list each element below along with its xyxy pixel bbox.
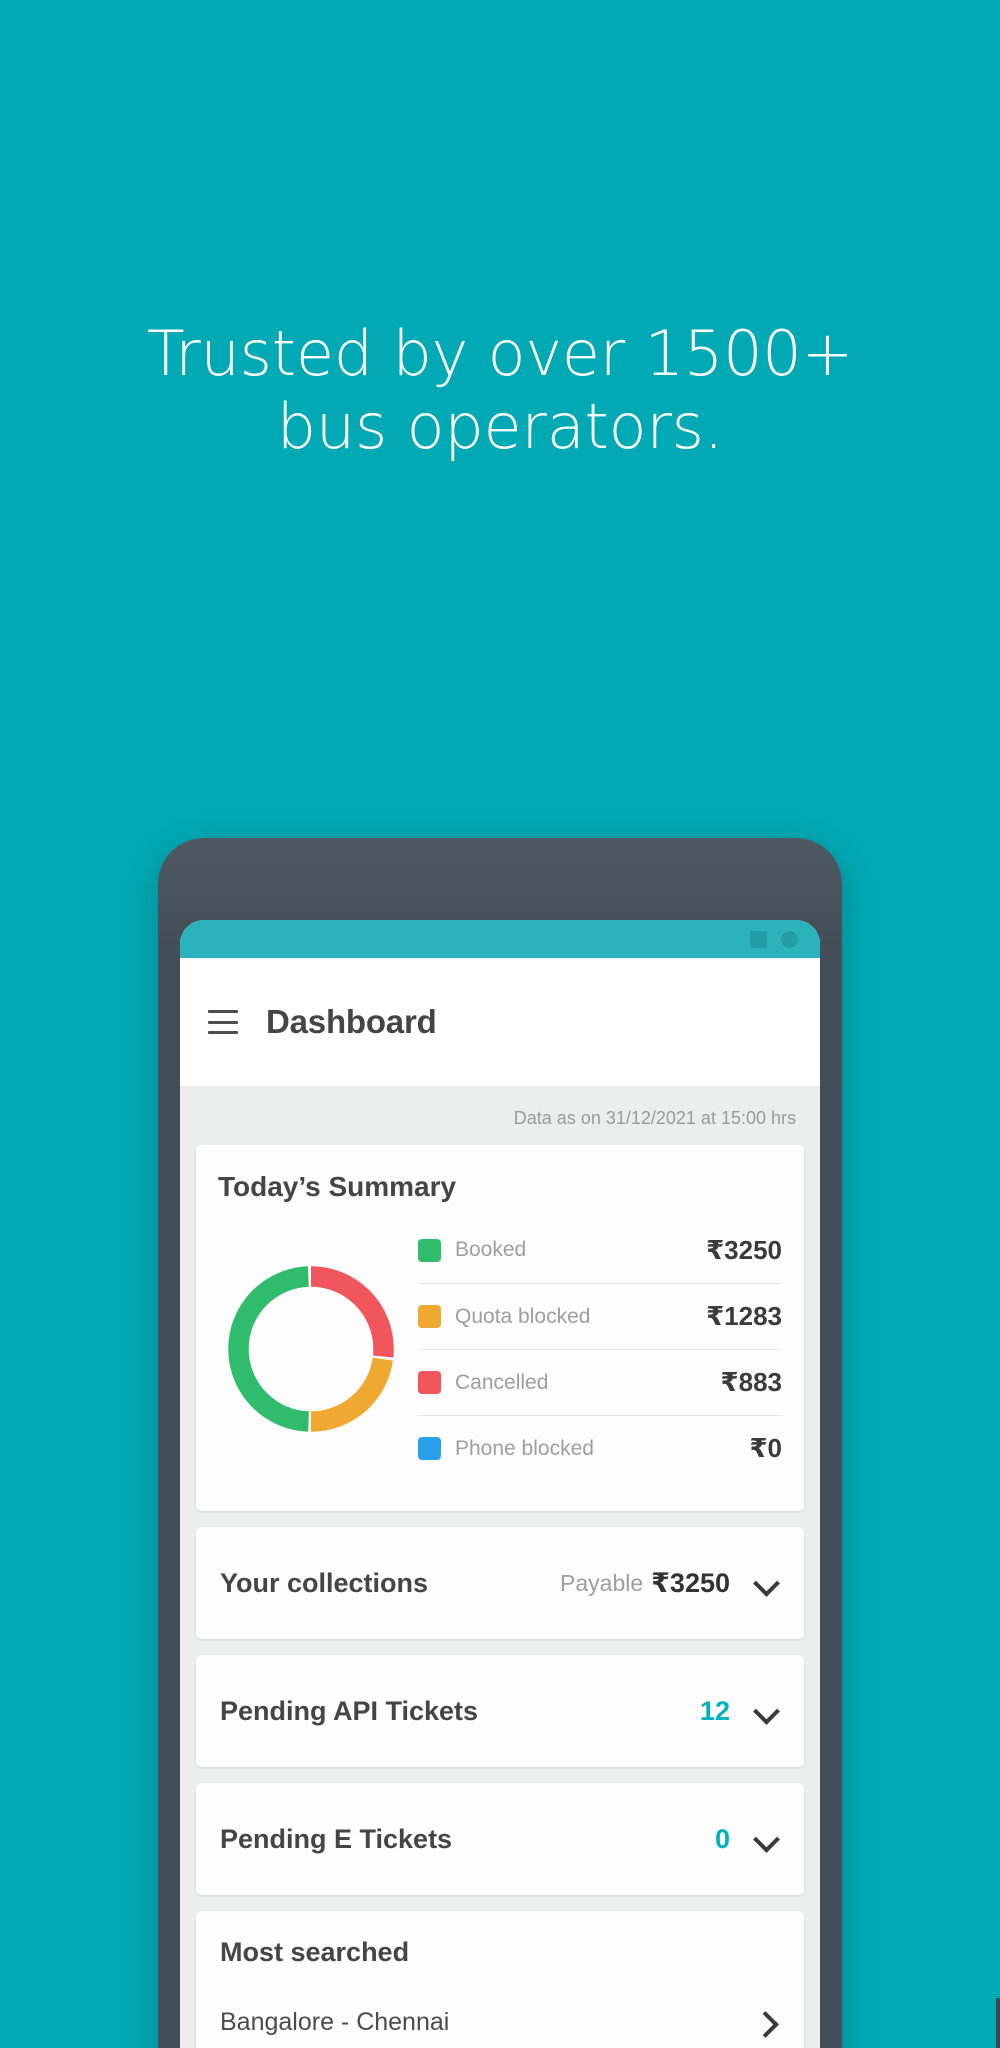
legend-label-booked: Booked [455,1238,527,1261]
headline-line-2: bus operators. [276,389,724,463]
legend-row-phone-blocked: Phone blocked ₹0 [418,1415,782,1481]
pending-api-tickets-label: Pending API Tickets [220,1695,479,1726]
hero-headline: Trusted by over 1500+ bus operators. [0,317,1000,463]
legend-swatch-booked [418,1238,441,1262]
todays-summary-card: Today’s Summary Booked ₹3250 Quota block… [196,1145,804,1511]
chevron-down-icon[interactable] [754,1570,780,1596]
summary-donut-chart [218,1256,404,1442]
chevron-right-icon[interactable] [754,2010,780,2036]
legend-swatch-quota-blocked [418,1305,441,1328]
dashboard-content: Data as on 31/12/2021 at 15:00 hrs Today… [180,1086,820,2048]
pending-e-tickets-row[interactable]: Pending E Tickets 0 [196,1783,804,1895]
volume-button[interactable] [996,1998,1000,2048]
chevron-down-icon[interactable] [754,1826,780,1852]
summary-legend: Booked ₹3250 Quota blocked ₹1283 Cancell… [418,1217,782,1481]
circle-icon [781,930,798,948]
donut-svg [228,1266,394,1432]
most-searched-card: Most searched Bangalore - Chennai [196,1911,804,2048]
legend-label-phone-blocked: Phone blocked [455,1436,594,1460]
your-collections-label: Your collections [220,1567,429,1598]
headline-line-1: Trusted by over 1500+ [146,317,854,390]
most-searched-title: Most searched [220,1937,410,1967]
your-collections-row[interactable]: Your collections Payable ₹3250 [196,1527,804,1639]
legend-value-cancelled: ₹883 [720,1367,782,1397]
hamburger-icon[interactable] [208,1010,238,1034]
legend-label-quota-blocked: Quota blocked [455,1304,591,1328]
payable-amount: ₹3250 [651,1567,730,1598]
payable-label: Payable [560,1569,644,1596]
page-title: Dashboard [266,1003,437,1040]
chevron-down-icon[interactable] [754,1698,780,1724]
app-bar: Dashboard [180,958,820,1086]
pending-api-tickets-count: 12 [699,1695,730,1726]
legend-row-cancelled: Cancelled ₹883 [418,1349,782,1415]
legend-label-cancelled: Cancelled [455,1370,549,1394]
summary-title: Today’s Summary [218,1171,457,1202]
status-bar [180,920,820,958]
legend-swatch-cancelled [418,1371,441,1394]
legend-row-quota-blocked: Quota blocked ₹1283 [418,1283,782,1349]
phone-screen: Dashboard Data as on 31/12/2021 at 15:00… [180,920,820,2048]
pending-e-tickets-label: Pending E Tickets [220,1823,453,1854]
legend-swatch-phone-blocked [418,1437,441,1460]
legend-row-booked: Booked ₹3250 [418,1217,782,1283]
most-searched-route-label: Bangalore - Chennai [220,2008,450,2036]
pending-e-tickets-count: 0 [714,1823,730,1854]
data-timestamp: Data as on 31/12/2021 at 15:00 hrs [513,1108,796,1128]
list-item[interactable]: Bangalore - Chennai [220,2008,780,2048]
pending-api-tickets-row[interactable]: Pending API Tickets 12 [196,1655,804,1767]
legend-value-booked: ₹3250 [706,1234,782,1265]
legend-value-phone-blocked: ₹0 [749,1433,782,1463]
legend-value-quota-blocked: ₹1283 [706,1301,782,1331]
phone-mockup: Dashboard Data as on 31/12/2021 at 15:00… [158,838,1000,2048]
square-icon [750,930,767,948]
